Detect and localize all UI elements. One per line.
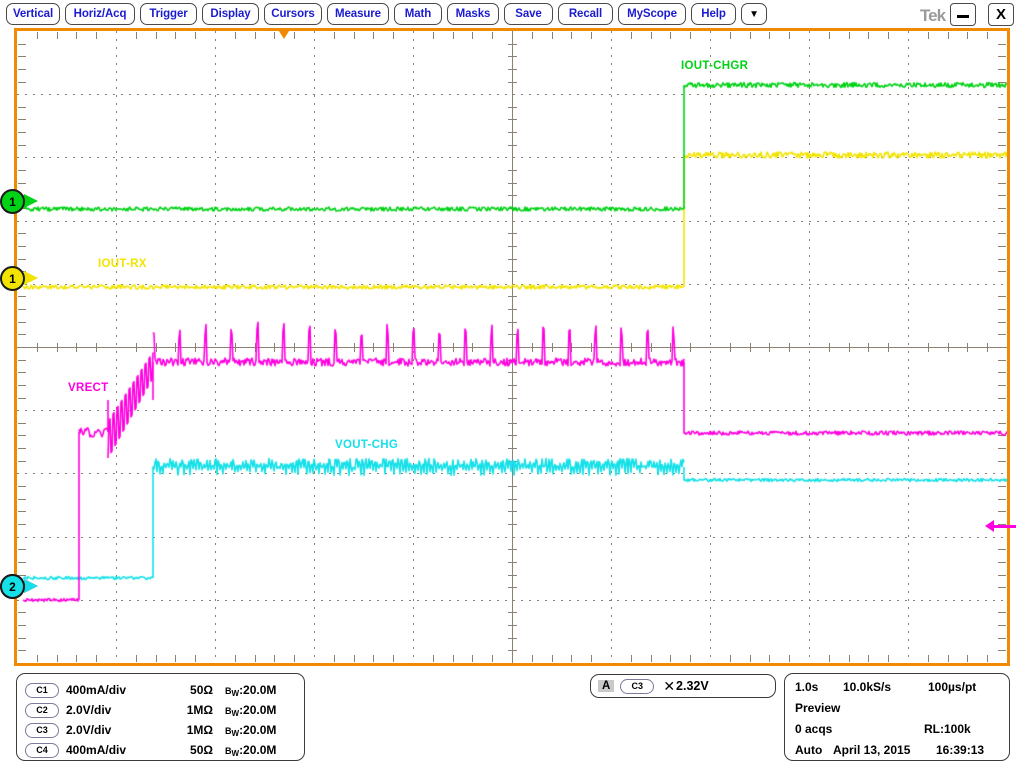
waveform-canvas xyxy=(17,31,1007,663)
channel-bandwidth-value: BW:20.0M xyxy=(225,703,276,718)
acq-state: Preview xyxy=(795,701,840,715)
menu-button-myscope[interactable]: MyScope xyxy=(618,3,686,25)
channel-pill-c4[interactable]: C4 xyxy=(25,743,59,758)
channel-scale-value: 2.0V/div xyxy=(66,703,161,717)
channel-scale-value: 400mA/div xyxy=(66,683,161,697)
minimize-icon xyxy=(957,15,969,18)
channel-marker-c4-pointer-icon xyxy=(24,271,38,285)
bandwidth-w-subscript: W xyxy=(232,709,240,718)
channel-impedance-value: 1MΩ xyxy=(161,723,213,737)
channel-marker-c1-pointer-icon xyxy=(24,194,38,208)
minimize-button[interactable] xyxy=(950,3,976,26)
channel-marker-c2[interactable]: 2 xyxy=(0,574,25,599)
channel-marker-c4[interactable]: 1 xyxy=(0,266,25,291)
bandwidth-number: :20.0M xyxy=(239,743,276,757)
menu-button-save[interactable]: Save xyxy=(504,3,553,25)
menu-bar: VerticalHoriz/AcqTriggerDisplayCursorsMe… xyxy=(0,0,1024,28)
channel-bandwidth-value: BW:20.0M xyxy=(225,683,276,698)
acquisition-panel[interactable]: 1.0s 10.0kS/s 100µs/pt Preview 0 acqs RL… xyxy=(784,673,1010,761)
waveform-label-vout-chg: VOUT-CHG xyxy=(335,439,398,451)
waveform-label-vrect: VRECT xyxy=(68,382,108,394)
trigger-channel-pill[interactable]: C3 xyxy=(620,679,654,694)
graticule-area[interactable]: IOUT-CHGR IOUT-RX VRECT VOUT-CHG xyxy=(14,28,1010,666)
trigger-slope-icon: ✕ xyxy=(663,678,672,695)
bandwidth-number: :20.0M xyxy=(239,683,276,697)
acq-date: April 13, 2015 xyxy=(833,743,910,757)
resolution-value: 100µs/pt xyxy=(928,680,976,694)
channel-settings-row[interactable]: C3 2.0V/div1MΩ BW:20.0M xyxy=(25,720,276,740)
timebase-value: 1.0s xyxy=(795,680,818,694)
arrow-head xyxy=(985,520,994,532)
channel-impedance-value: 50Ω xyxy=(161,743,213,757)
trigger-mode: Auto xyxy=(795,743,822,757)
bandwidth-w-subscript: W xyxy=(232,689,240,698)
trigger-source-group: A xyxy=(598,680,614,692)
trigger-panel[interactable]: A C3 ✕ 2.32V xyxy=(590,674,776,698)
channel-settings-row[interactable]: C4 400mA/div50Ω BW:20.0M xyxy=(25,740,276,760)
menu-button-recall[interactable]: Recall xyxy=(558,3,613,25)
level-arrow-icon[interactable] xyxy=(985,520,1016,532)
channel-bandwidth-value: BW:20.0M xyxy=(225,723,276,738)
channel-pill-c3[interactable]: C3 xyxy=(25,723,59,738)
tek-logo: Tek xyxy=(920,6,945,26)
channel-impedance-value: 50Ω xyxy=(161,683,213,697)
menu-button-masks[interactable]: Masks xyxy=(447,3,499,25)
trigger-level-value: 2.32V xyxy=(676,679,709,693)
menu-button-measure[interactable]: Measure xyxy=(327,3,389,25)
trigger-position-marker-icon[interactable] xyxy=(277,28,291,39)
close-button[interactable]: X xyxy=(988,3,1014,26)
menu-button-horiz-acq[interactable]: Horiz/Acq xyxy=(65,3,135,25)
channel-settings-panel[interactable]: C1400mA/div50ΩBW:20.0MC22.0V/div1MΩBW:20… xyxy=(16,673,305,761)
acq-count: 0 acqs xyxy=(795,722,832,736)
menu-button-[interactable]: ▼ xyxy=(741,3,767,25)
channel-pill-c1[interactable]: C1 xyxy=(25,683,59,698)
channel-scale-value: 2.0V/div xyxy=(66,723,161,737)
channel-pill-c2[interactable]: C2 xyxy=(25,703,59,718)
bandwidth-w-subscript: W xyxy=(232,749,240,758)
menu-button-vertical[interactable]: Vertical xyxy=(6,3,60,25)
channel-marker-c1[interactable]: 1 xyxy=(0,189,25,214)
channel-bandwidth-value: BW:20.0M xyxy=(225,743,276,758)
waveform-label-iout-chgr: IOUT-CHGR xyxy=(681,60,748,72)
menu-button-math[interactable]: Math xyxy=(394,3,442,25)
waveform-label-iout-rx: IOUT-RX xyxy=(98,258,147,270)
channel-settings-row[interactable]: C2 2.0V/div1MΩ BW:20.0M xyxy=(25,700,276,720)
channel-scale-value: 400mA/div xyxy=(66,743,161,757)
bandwidth-w-subscript: W xyxy=(232,729,240,738)
arrow-shaft xyxy=(994,525,1016,528)
channel-impedance-value: 1MΩ xyxy=(161,703,213,717)
record-length-value: RL:100k xyxy=(924,722,971,736)
bandwidth-number: :20.0M xyxy=(239,703,276,717)
acq-time: 16:39:13 xyxy=(936,743,984,757)
channel-settings-row[interactable]: C1 400mA/div50Ω BW:20.0M xyxy=(25,680,276,700)
menu-button-trigger[interactable]: Trigger xyxy=(140,3,197,25)
menu-button-help[interactable]: Help xyxy=(691,3,736,25)
sample-rate-value: 10.0kS/s xyxy=(843,680,891,694)
menu-button-cursors[interactable]: Cursors xyxy=(264,3,322,25)
bandwidth-number: :20.0M xyxy=(239,723,276,737)
menu-button-display[interactable]: Display xyxy=(202,3,259,25)
channel-marker-c2-pointer-icon xyxy=(24,579,38,593)
